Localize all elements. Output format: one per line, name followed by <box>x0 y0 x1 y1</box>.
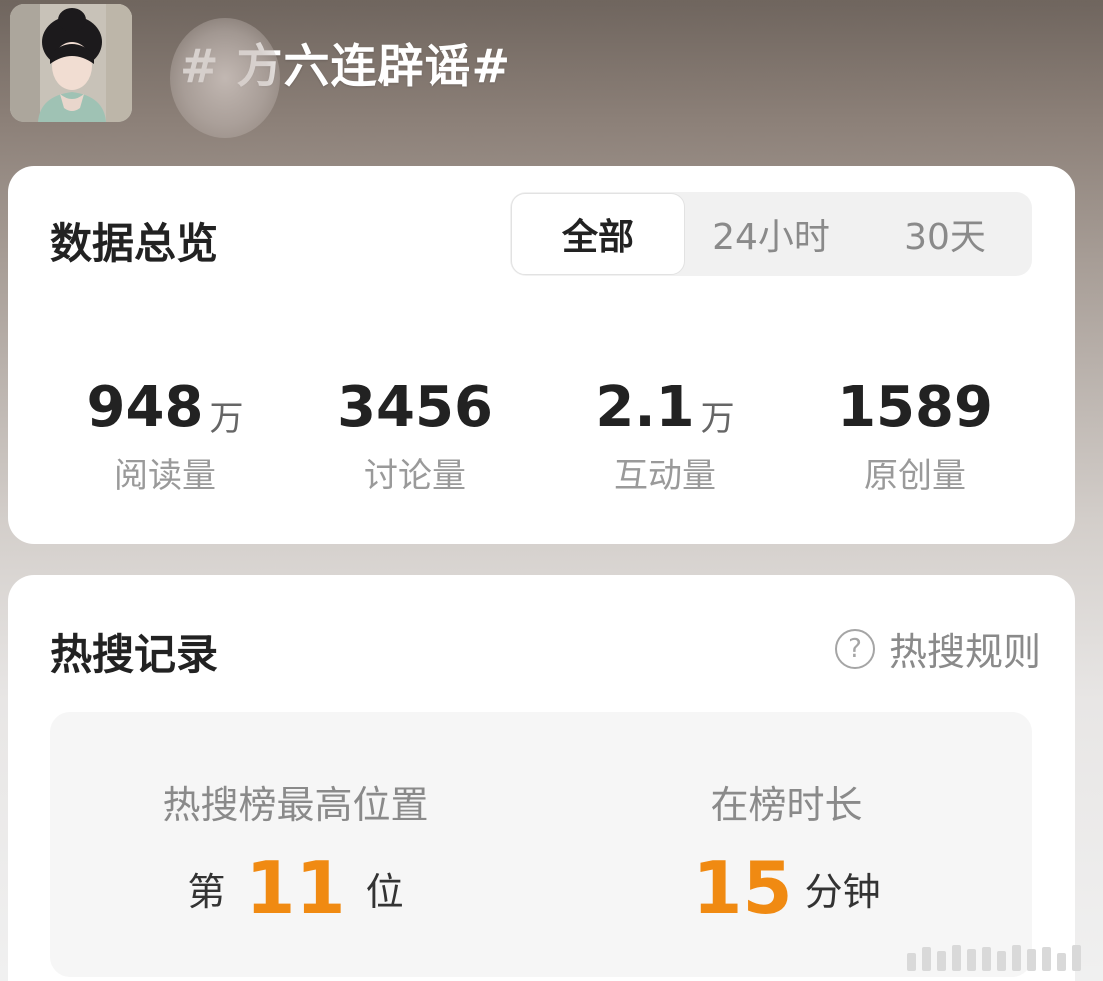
stat-discussions: 3456 讨论量 <box>290 362 540 497</box>
stat-original-value: 1589 <box>837 375 993 440</box>
time-on-list: 在榜时长 15 分钟 <box>541 712 1032 977</box>
time-on-list-label: 在榜时长 <box>710 783 863 827</box>
portrait-illustration <box>10 4 132 122</box>
time-on-list-suffix: 分钟 <box>804 869 881 914</box>
time-range-tabs: 全部 24小时 30天 <box>510 192 1032 276</box>
stat-reads-label: 阅读量 <box>114 456 216 496</box>
peak-position-prefix: 第 <box>187 869 226 914</box>
hot-search-title: 热搜记录 <box>50 630 219 679</box>
hot-search-card: 热搜记录 ? 热搜规则 热搜榜最高位置 第 11 位 在榜时长 15 分钟 <box>8 575 1075 981</box>
stat-discussions-label: 讨论量 <box>364 456 466 496</box>
stat-reads: 948 万 阅读量 <box>40 362 290 497</box>
hot-search-stats-box: 热搜榜最高位置 第 11 位 在榜时长 15 分钟 <box>50 712 1032 977</box>
overview-title: 数据总览 <box>50 219 219 268</box>
stat-interactions: 2.1 万 互动量 <box>540 362 790 497</box>
stat-reads-value: 948 <box>86 375 204 440</box>
stat-interactions-unit: 万 <box>700 399 735 439</box>
question-circle-icon: ? <box>834 628 875 669</box>
topic-cover-image[interactable] <box>10 4 132 122</box>
time-on-list-value: 15 <box>692 846 793 930</box>
hot-search-rules-link[interactable]: ? 热搜规则 <box>834 621 1041 676</box>
rules-label: 热搜规则 <box>888 630 1041 674</box>
stat-original-label: 原创量 <box>864 456 966 496</box>
stat-discussions-value: 3456 <box>337 375 493 440</box>
stat-reads-unit: 万 <box>209 399 244 439</box>
stat-interactions-label: 互动量 <box>614 456 716 496</box>
stats-row: 948 万 阅读量 3456 讨论量 2.1 万 互动量 1589 原创量 <box>8 362 1075 497</box>
data-overview-card: 数据总览 全部 24小时 30天 948 万 阅读量 3456 讨论量 2.1 … <box>8 166 1075 544</box>
peak-position-suffix: 位 <box>365 869 404 914</box>
topic-header: # 方六连辟谣# <box>0 0 1103 170</box>
blur-mask <box>170 18 280 138</box>
peak-position-value: 11 <box>245 846 346 930</box>
peak-position: 热搜榜最高位置 第 11 位 <box>50 712 541 977</box>
tab-30d[interactable]: 30天 <box>858 192 1032 276</box>
stat-interactions-value: 2.1 <box>595 375 695 440</box>
tab-all[interactable]: 全部 <box>511 193 685 275</box>
peak-position-label: 热搜榜最高位置 <box>162 783 429 827</box>
stat-original: 1589 原创量 <box>790 362 1040 497</box>
tab-24h[interactable]: 24小时 <box>684 192 858 276</box>
watermark-bars <box>907 945 1081 971</box>
